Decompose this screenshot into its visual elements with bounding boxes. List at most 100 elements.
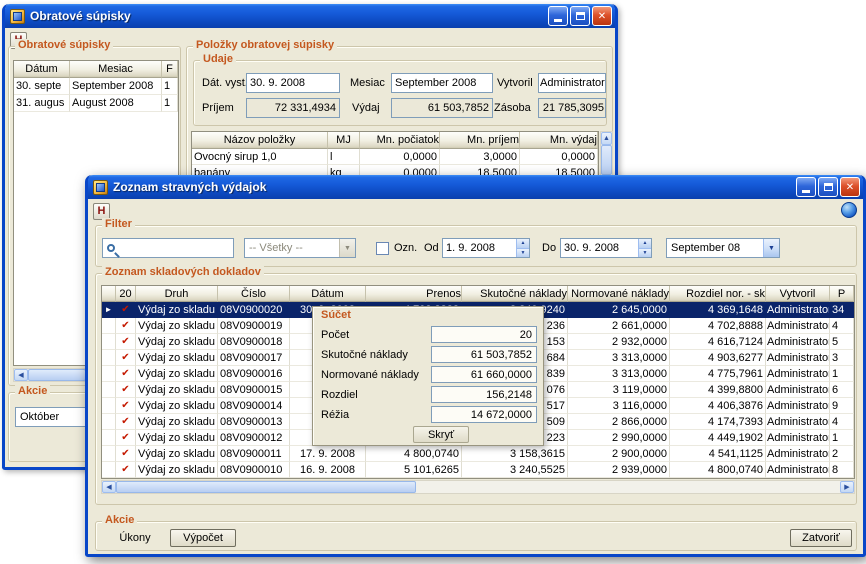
column-header[interactable]: 20	[116, 286, 136, 302]
column-header[interactable]: Normované náklady	[568, 286, 670, 302]
table-row[interactable]: Ovocný sirup 1,0 l 0,0000 3,0000 0,0000	[192, 149, 598, 165]
scroll-right-icon[interactable]: ▶	[840, 481, 854, 493]
dat-vyst-label: Dát. vyst.	[202, 77, 248, 89]
cell: 4 541,1125	[670, 446, 766, 462]
check-icon[interactable]: ✔	[116, 366, 136, 382]
spin-up-icon[interactable]: ▲	[639, 239, 651, 249]
zatvorit-button[interactable]: Zatvoriť	[790, 529, 852, 547]
column-header[interactable]: Dátum	[290, 286, 366, 302]
row-indicator	[102, 382, 116, 398]
column-header[interactable]: Číslo	[218, 286, 290, 302]
table-row[interactable]: ✔ Výdaj zo skladu 08V0900011 17. 9. 2008…	[102, 446, 854, 462]
cell: 5	[830, 334, 854, 350]
column-header[interactable]: Druh	[136, 286, 218, 302]
cell: 4 702,8888	[670, 318, 766, 334]
check-icon[interactable]: ✔	[116, 302, 136, 318]
ukony-button[interactable]: Úkony	[108, 529, 162, 547]
field-value: 61 503,7852	[428, 102, 489, 114]
field-value: 30. 9. 2008	[250, 77, 305, 89]
cell: Ovocný sirup 1,0	[192, 149, 328, 165]
cell: Výdaj zo skladu	[136, 462, 218, 478]
column-header[interactable]: Rozdiel nor. - sk	[670, 286, 766, 302]
table-header-row: Dátum Mesiac F	[14, 61, 178, 78]
column-header[interactable]: Názov položky	[192, 132, 328, 149]
window-client: H Filter -- Všetky -- ▼ Ozn. Od 1. 9. 20…	[88, 199, 863, 554]
column-header[interactable]: MJ	[328, 132, 360, 149]
column-header[interactable]: Mn. príjem	[440, 132, 520, 149]
check-icon[interactable]: ✔	[116, 382, 136, 398]
column-header[interactable]: F	[162, 61, 178, 78]
check-icon[interactable]: ✔	[116, 318, 136, 334]
date-to-field[interactable]: 30. 9. 2008 ▲▼	[560, 238, 652, 258]
scrollbar-thumb[interactable]	[28, 369, 86, 381]
cell: 4	[830, 318, 854, 334]
cell: Výdaj zo skladu	[136, 366, 218, 382]
cell: Výdaj zo skladu	[136, 414, 218, 430]
search-input[interactable]	[119, 242, 233, 254]
sum-row: Počet 20	[313, 326, 543, 343]
table-header-row: 20 Druh Číslo Dátum Prenos Skutočné nákl…	[102, 286, 854, 302]
group-caption: Zoznam skladových dokladov	[102, 266, 264, 278]
cell: 3	[830, 350, 854, 366]
cell: 2 932,0000	[568, 334, 670, 350]
row-indicator: ►	[102, 302, 116, 318]
column-header[interactable]: Mn. počiatok	[360, 132, 440, 149]
titlebar[interactable]: Zoznam stravných výdajok ✕	[88, 175, 863, 199]
hide-button[interactable]: Skryť	[413, 426, 469, 443]
check-icon[interactable]: ✔	[116, 414, 136, 430]
column-header[interactable]: Skutočné náklady	[462, 286, 568, 302]
column-header[interactable]: Prenos	[366, 286, 462, 302]
column-header[interactable]: Mn. výdaj	[520, 132, 598, 149]
minimize-button[interactable]	[796, 177, 816, 197]
check-icon[interactable]: ✔	[116, 430, 136, 446]
row-indicator	[102, 398, 116, 414]
column-header[interactable]: Dátum	[14, 61, 70, 78]
window-title: Obratové súpisky	[30, 9, 546, 23]
cell: 08V0900015	[218, 382, 290, 398]
table-row[interactable]: 31. augus August 2008 1	[14, 95, 178, 112]
cell: 2 866,0000	[568, 414, 670, 430]
titlebar[interactable]: Obratové súpisky ✕	[5, 4, 615, 28]
cell: 1	[830, 430, 854, 446]
close-button[interactable]: ✕	[592, 6, 612, 26]
cell: Administrator	[766, 462, 830, 478]
cell: 3 313,0000	[568, 350, 670, 366]
spin-down-icon[interactable]: ▼	[517, 249, 529, 258]
spin-down-icon[interactable]: ▼	[639, 249, 651, 258]
scroll-left-icon[interactable]: ◀	[102, 481, 116, 493]
group-udaje: Udaje Dát. vyst. 30. 9. 2008 Mesiac Sept…	[193, 60, 607, 126]
chevron-down-icon[interactable]: ▼	[763, 239, 779, 257]
maximize-button[interactable]	[818, 177, 838, 197]
close-button[interactable]: ✕	[840, 177, 860, 197]
table-row[interactable]: ✔ Výdaj zo skladu 08V0900010 16. 9. 2008…	[102, 462, 854, 478]
vypocet-button[interactable]: Výpočet	[170, 529, 236, 547]
check-icon[interactable]: ✔	[116, 462, 136, 478]
maximize-button[interactable]	[570, 6, 590, 26]
month-combo[interactable]: September 08 ▼	[666, 238, 780, 258]
globe-icon[interactable]	[841, 202, 857, 218]
cell: 4 399,8800	[670, 382, 766, 398]
table-row[interactable]: 30. septe September 2008 1	[14, 78, 178, 95]
column-header[interactable]	[102, 286, 116, 302]
scroll-left-icon[interactable]: ◀	[14, 369, 28, 381]
column-header[interactable]: Mesiac	[70, 61, 162, 78]
check-icon[interactable]: ✔	[116, 334, 136, 350]
type-combo[interactable]: -- Všetky -- ▼	[244, 238, 356, 258]
minimize-button[interactable]	[548, 6, 568, 26]
chevron-down-icon[interactable]: ▼	[339, 239, 355, 257]
horizontal-scrollbar[interactable]: ◀ ▶	[101, 480, 855, 494]
scroll-up-icon[interactable]: ▲	[601, 132, 612, 145]
check-icon[interactable]: ✔	[116, 446, 136, 462]
check-icon[interactable]: ✔	[116, 398, 136, 414]
scrollbar-thumb[interactable]	[601, 145, 612, 175]
field-value: September 2008	[395, 77, 476, 89]
spinner: ▲▼	[516, 239, 529, 257]
date-from-field[interactable]: 1. 9. 2008 ▲▼	[442, 238, 530, 258]
spin-up-icon[interactable]: ▲	[517, 239, 529, 249]
scrollbar-thumb[interactable]	[116, 481, 416, 493]
prijem-field: 72 331,4934	[246, 98, 340, 118]
ozn-checkbox[interactable]	[376, 242, 389, 255]
column-header[interactable]: Vytvoril	[766, 286, 830, 302]
check-icon[interactable]: ✔	[116, 350, 136, 366]
column-header[interactable]: P	[830, 286, 854, 302]
